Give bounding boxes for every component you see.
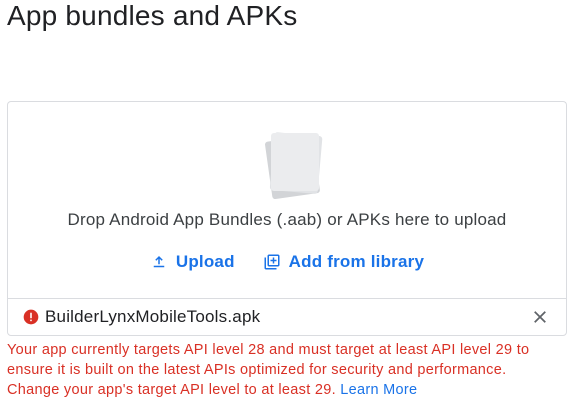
- target-api-error-message: Your app currently targets API level 28 …: [7, 340, 563, 400]
- error-message-text: Your app currently targets API level 28 …: [7, 342, 530, 398]
- drop-actions: Upload Add from library: [8, 248, 566, 276]
- file-name: BuilderLynxMobileTools.apk: [45, 307, 261, 326]
- page-title: App bundles and APKs: [7, 0, 298, 31]
- upload-label: Upload: [175, 252, 235, 271]
- drop-instructions: Drop Android App Bundles (.aab) or APKs …: [67, 210, 507, 229]
- add-from-library-button[interactable]: Add from library: [261, 248, 426, 276]
- app-bundle-illustration-icon: [265, 132, 323, 200]
- close-icon: [534, 311, 546, 323]
- upload-button[interactable]: Upload: [148, 248, 237, 276]
- add-from-library-label: Add from library: [288, 252, 425, 271]
- uploaded-file-row: BuilderLynxMobileTools.apk: [7, 298, 567, 336]
- library-add-icon: [264, 254, 280, 270]
- drop-zone[interactable]: Drop Android App Bundles (.aab) or APKs …: [7, 101, 567, 299]
- error-icon: [23, 309, 39, 325]
- learn-more-link[interactable]: Learn More: [340, 382, 417, 398]
- remove-file-button[interactable]: [528, 305, 552, 329]
- page: App bundles and APKs Drop Android App Bu…: [0, 0, 571, 411]
- upload-icon: [153, 256, 165, 268]
